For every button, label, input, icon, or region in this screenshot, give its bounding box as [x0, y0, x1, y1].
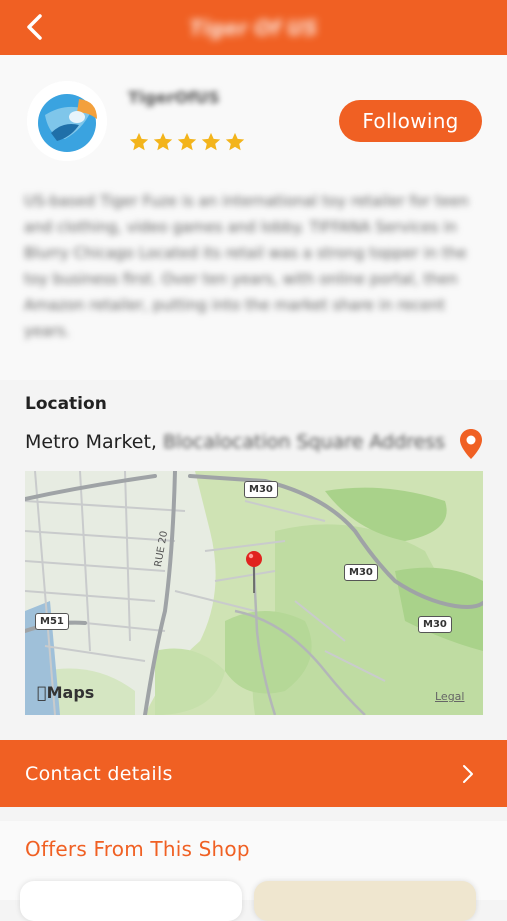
offers-section: Offers From This Shop	[0, 821, 507, 921]
offer-card[interactable]	[254, 881, 476, 921]
contact-details-label: Contact details	[25, 762, 173, 785]
shop-description: US-based Tiger Fuze is an international …	[24, 192, 469, 340]
road-label-m30: M30	[244, 481, 278, 498]
page-title: Tiger Of US	[189, 15, 318, 40]
road-label-m51: M51	[35, 613, 69, 630]
contact-details-row[interactable]: Contact details	[0, 740, 507, 807]
location-address: Metro Market, Blocalocation Square Addre…	[25, 431, 445, 453]
shop-avatar	[27, 81, 107, 161]
star-icon	[129, 132, 149, 151]
star-icon	[201, 132, 221, 151]
offer-card[interactable]	[20, 881, 242, 921]
back-chevron-icon[interactable]	[22, 12, 50, 42]
location-label: Location	[25, 394, 107, 414]
top-app-bar: Tiger Of US	[0, 0, 507, 55]
rating-stars	[128, 131, 246, 153]
following-button[interactable]: Following	[339, 100, 482, 142]
map-legal-link[interactable]: Legal	[435, 690, 464, 703]
star-icon	[177, 132, 197, 151]
apple-maps-attribution: Maps	[37, 683, 94, 702]
chevron-right-icon	[463, 765, 473, 783]
offers-title: Offers From This Shop	[25, 837, 250, 861]
address-blurred: Blocalocation Square Address	[162, 431, 446, 453]
star-icon	[153, 132, 173, 151]
road-label-m30: M30	[344, 564, 378, 581]
shop-name: TigerOfUS	[128, 88, 220, 107]
location-map[interactable]: M30 M30 M30 M51 RUE 20 Maps Legal	[25, 471, 483, 715]
address-visible: Metro Market,	[25, 431, 163, 453]
star-icon	[225, 132, 245, 151]
location-pin-icon[interactable]	[458, 428, 484, 460]
map-tiles	[25, 471, 483, 715]
road-label-m30: M30	[418, 616, 452, 633]
apple-logo-icon: 	[37, 683, 47, 702]
